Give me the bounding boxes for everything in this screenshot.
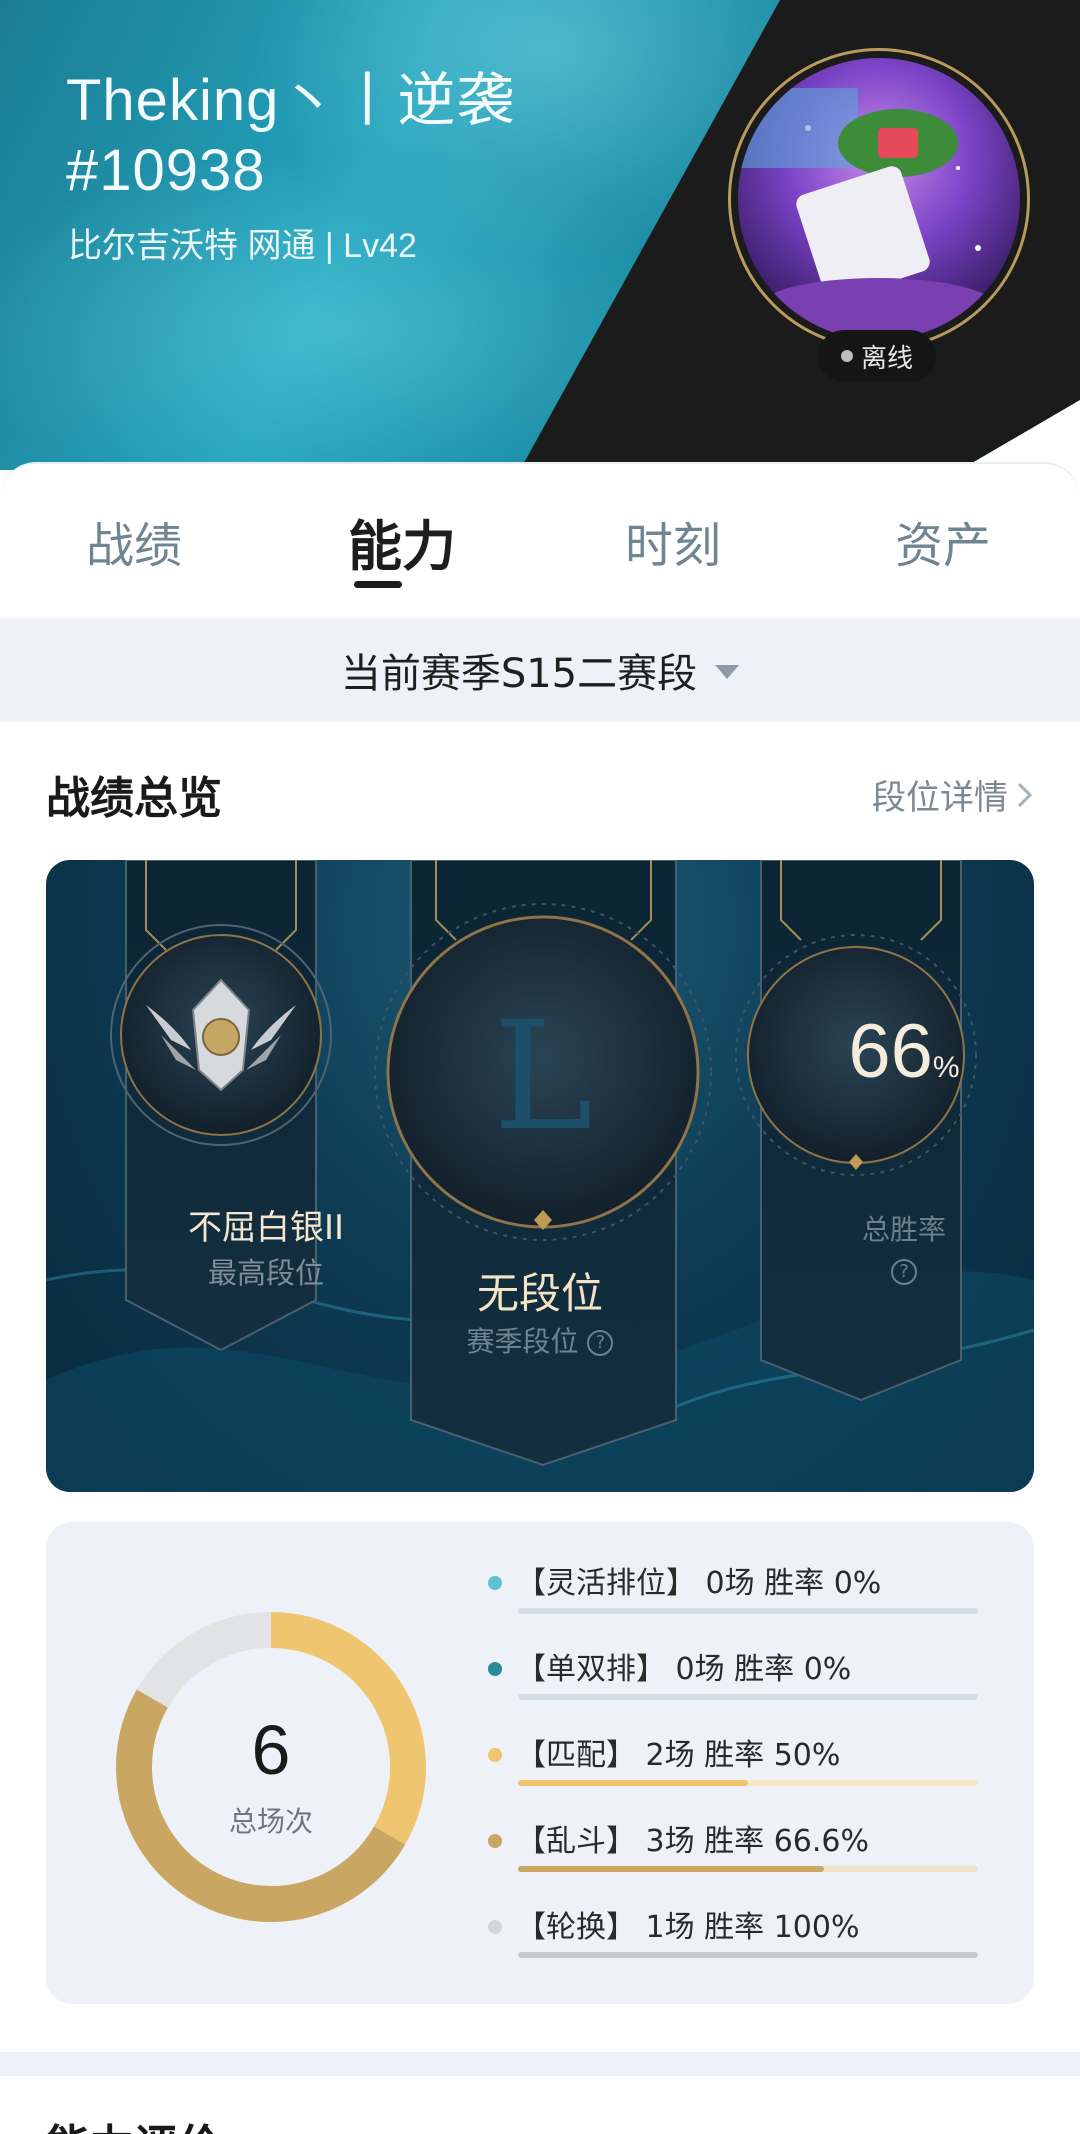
mode-stats-text: 【灵活排位】 0场 胜率 0% [516, 1566, 882, 1601]
game-mode-row: 【匹配】 2场 胜率 50% [488, 1730, 988, 1810]
server-level: 比尔吉沃特 网通 | Lv42 [68, 227, 417, 265]
tab-assets[interactable]: 资产 [843, 506, 1043, 576]
win-rate-bar-track [518, 1780, 978, 1786]
tab-moments[interactable]: 时刻 [573, 506, 773, 576]
win-rate-unit: % [932, 1051, 960, 1084]
mode-dot-icon [488, 1920, 502, 1934]
avatar[interactable] [738, 58, 1020, 340]
win-rate-bar-fill [518, 1780, 748, 1786]
total-games-label: 总场次 [228, 1805, 313, 1838]
help-icon[interactable]: ? [587, 1330, 614, 1356]
win-rate-bar-track [518, 1866, 978, 1872]
mode-stats-text: 【单双排】 0场 胜率 0% [516, 1652, 852, 1687]
win-rate-bar-fill [518, 1952, 978, 1958]
rank-detail-label: 段位详情 [872, 778, 1008, 818]
game-mode-row: 【乱斗】 3场 胜率 66.6% [488, 1816, 988, 1896]
rank-overview-card: L 不屈白银II 最高段位 无段位 赛季段位 ? 66% 总胜率 ? [46, 860, 1034, 1492]
season-rank-name: 无段位 [476, 1269, 603, 1318]
win-rate-label-block: 总胜率 ? [764, 1208, 1034, 1287]
overview-title: 战绩总览 [46, 773, 222, 824]
season-rank-label-row: 赛季段位 ? [335, 1320, 745, 1360]
ability-title: 能力评价 [46, 2110, 222, 2134]
mode-stats-text: 【轮换】 1场 胜率 100% [516, 1910, 860, 1945]
online-status-badge: 离线 [818, 330, 936, 382]
mode-dot-icon [488, 1748, 502, 1762]
win-rate-bar-track [518, 1952, 978, 1958]
chevron-right-icon [1017, 782, 1033, 807]
game-mode-row: 【轮换】 1场 胜率 100% [488, 1902, 988, 1982]
mode-stats-text: 【匹配】 2场 胜率 50% [516, 1738, 841, 1773]
season-label: 当前赛季S15二赛段 [340, 651, 698, 697]
donut-segment [136, 1612, 272, 1708]
game-mode-row: 【灵活排位】 0场 胜率 0% [488, 1558, 988, 1638]
win-rate-bar-fill [518, 1866, 825, 1872]
league-logo-icon: L [493, 990, 593, 1164]
win-rate-label: 总胜率 [861, 1213, 946, 1246]
total-games-value: 6 [251, 1711, 291, 1789]
win-rate-bar-track [518, 1694, 978, 1700]
season-rank-label: 赛季段位 [466, 1325, 579, 1358]
game-mode-stats-card: 6 总场次 【灵活排位】 0场 胜率 0% 【单双排】 0场 胜率 0% 【匹配】 … [46, 1522, 1034, 2004]
mode-dot-icon [488, 1576, 502, 1590]
caret-down-icon [715, 665, 740, 679]
mode-dot-icon [488, 1662, 502, 1676]
player-name: Theking丶丨逆袭#10938 [66, 68, 516, 203]
section-divider [0, 2052, 1080, 2076]
tab-bar: 战绩 能力 时刻 资产 [0, 462, 1080, 618]
win-rate-value: 66 [848, 1009, 933, 1094]
tab-record[interactable]: 战绩 [34, 506, 234, 576]
best-rank-name: 不屈白银II [187, 1208, 345, 1248]
help-icon[interactable]: ? [891, 1259, 917, 1285]
profile-header: Theking丶丨逆袭#10938 比尔吉沃特 网通 | Lv42 离线 [0, 0, 1080, 470]
tab-ability[interactable]: 能力 [302, 502, 502, 581]
mode-stats-text: 【乱斗】 3场 胜率 66.6% [516, 1824, 869, 1859]
rank-detail-link[interactable]: 段位详情 [872, 770, 1034, 819]
status-text: 离线 [860, 343, 913, 374]
rank-card-art: L [46, 860, 1034, 1492]
season-selector[interactable]: 当前赛季S15二赛段 [0, 618, 1080, 722]
win-rate-bar-track [518, 1608, 978, 1614]
mode-dot-icon [488, 1834, 502, 1848]
game-mode-row: 【单双排】 0场 胜率 0% [488, 1644, 988, 1724]
win-rate-value-row: 66% [764, 1008, 1034, 1095]
games-donut-chart: 6 总场次 [116, 1612, 426, 1922]
status-dot-icon [840, 350, 853, 362]
avatar-art [738, 88, 998, 338]
active-tab-indicator [354, 581, 402, 588]
